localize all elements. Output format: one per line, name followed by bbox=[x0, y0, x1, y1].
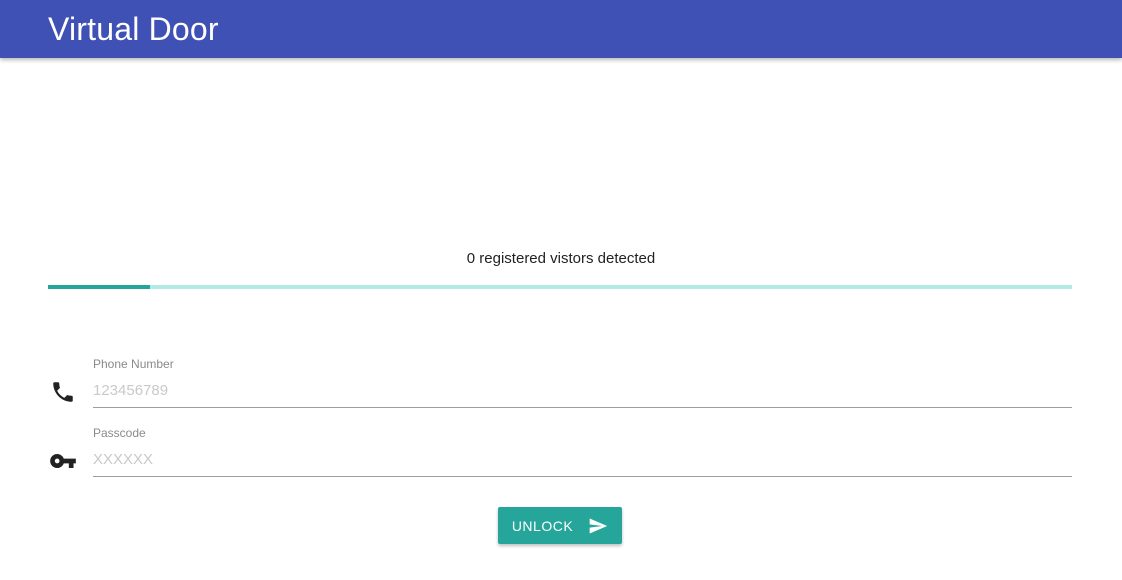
key-icon bbox=[48, 446, 78, 476]
passcode-field: Passcode bbox=[48, 426, 1072, 496]
passcode-label: Passcode bbox=[93, 426, 146, 440]
unlock-button[interactable]: UNLOCK bbox=[498, 507, 622, 544]
visitor-progress-fill bbox=[48, 285, 151, 289]
visitor-status-text: 0 registered vistors detected bbox=[466, 250, 656, 267]
send-icon bbox=[588, 516, 608, 536]
passcode-input[interactable] bbox=[93, 442, 1072, 477]
app-header: Virtual Door bbox=[0, 0, 1122, 58]
phone-icon bbox=[48, 377, 78, 407]
phone-number-field: Phone Number bbox=[48, 357, 1072, 427]
visitor-progress-bar bbox=[48, 285, 1072, 289]
phone-number-input[interactable] bbox=[93, 373, 1072, 408]
unlock-button-label: UNLOCK bbox=[511, 517, 574, 534]
phone-number-label: Phone Number bbox=[93, 357, 174, 371]
app-title: Virtual Door bbox=[48, 10, 219, 47]
